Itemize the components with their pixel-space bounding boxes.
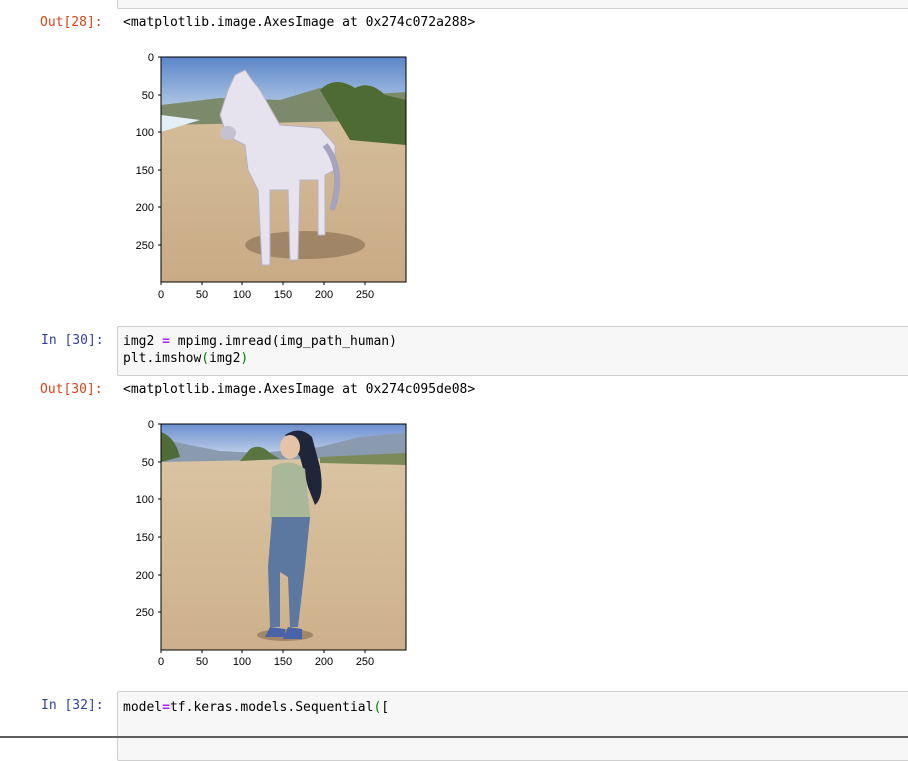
- ytick-100: 100: [136, 494, 154, 506]
- horse-plot: 0 50 100 150 200 250 0 50 100 150 200 25…: [136, 52, 407, 301]
- out-prompt-28: Out[28]:: [40, 15, 103, 30]
- ytick-150: 150: [136, 532, 154, 544]
- ytick-50: 50: [142, 90, 154, 102]
- ytick-200: 200: [136, 570, 154, 582]
- bottom-border: [0, 736, 908, 738]
- code-line-1: model=tf.keras.models.Sequential([: [123, 700, 390, 715]
- xtick-150: 150: [274, 289, 292, 301]
- code-line-2: plt.imshow(img2): [123, 351, 249, 366]
- xtick-100: 100: [233, 656, 251, 668]
- ytick-200: 200: [136, 202, 154, 214]
- ytick-0: 0: [148, 52, 154, 64]
- xtick-200: 200: [315, 289, 333, 301]
- ytick-250: 250: [136, 240, 154, 252]
- human-image: [161, 424, 406, 650]
- code-line-1: img2 = mpimg.imread(img_path_human): [123, 334, 397, 349]
- ytick-100: 100: [136, 127, 154, 139]
- ytick-150: 150: [136, 165, 154, 177]
- xtick-200: 200: [315, 656, 333, 668]
- code-cell-30[interactable]: img2 = mpimg.imread(img_path_human) plt.…: [117, 326, 908, 376]
- ytick-250: 250: [136, 607, 154, 619]
- xtick-250: 250: [356, 656, 374, 668]
- xtick-100: 100: [233, 289, 251, 301]
- output-text-30: <matplotlib.image.AxesImage at 0x274c095…: [123, 382, 476, 397]
- xtick-0: 0: [158, 656, 164, 668]
- ytick-50: 50: [142, 457, 154, 469]
- xtick-250: 250: [356, 289, 374, 301]
- xtick-0: 0: [158, 289, 164, 301]
- xtick-50: 50: [196, 656, 208, 668]
- human-plot: 0 50 100 150 200 250 0 50 100 150 200 25…: [136, 419, 407, 668]
- output-text-28: <matplotlib.image.AxesImage at 0x274c072…: [123, 15, 476, 30]
- previous-cell-input[interactable]: [117, 0, 908, 9]
- ytick-0: 0: [148, 419, 154, 431]
- in-prompt-32: In [32]:: [41, 698, 104, 713]
- out-prompt-30: Out[30]:: [40, 382, 103, 397]
- xtick-50: 50: [196, 289, 208, 301]
- code-cell-32[interactable]: model=tf.keras.models.Sequential([: [117, 691, 908, 761]
- horse-image: [161, 57, 406, 282]
- xtick-150: 150: [274, 656, 292, 668]
- in-prompt-30: In [30]:: [41, 333, 104, 348]
